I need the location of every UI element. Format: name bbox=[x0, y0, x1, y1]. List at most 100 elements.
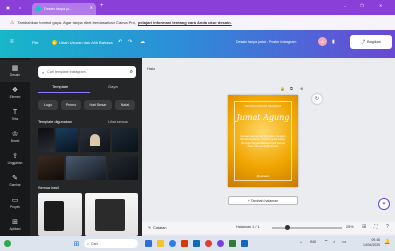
add-page-icon[interactable]: ⊕ bbox=[300, 86, 303, 91]
page-title[interactable]: Halo bbox=[147, 66, 155, 71]
wifi-icon[interactable]: ⌔ bbox=[324, 239, 328, 245]
undo-icon[interactable]: ↶ bbox=[118, 39, 122, 45]
notice-link[interactable]: pelajari informasi tentang cara Anda uku… bbox=[138, 20, 232, 25]
text-icon: T bbox=[12, 109, 18, 116]
file-explorer-icon[interactable] bbox=[157, 240, 164, 247]
tab-templates[interactable]: Template bbox=[52, 84, 68, 89]
task-view-icon[interactable] bbox=[145, 240, 152, 247]
rail-item-draw[interactable]: ✎ Gambar bbox=[0, 170, 30, 192]
template-thumbnail[interactable] bbox=[56, 128, 78, 152]
excel-icon[interactable] bbox=[229, 240, 236, 247]
rail-label: Unggahan bbox=[7, 161, 23, 165]
menu-icon[interactable]: ≡ bbox=[10, 39, 14, 45]
redo-icon[interactable]: ↷ bbox=[128, 39, 132, 45]
rail-label: Brand bbox=[10, 139, 20, 143]
template-thumbnail[interactable] bbox=[108, 156, 138, 180]
tray-chevron-icon[interactable]: ^ bbox=[300, 240, 302, 245]
card-top-line[interactable]: MENGUCAPKAN SELAMAT bbox=[228, 105, 298, 108]
minimize-button[interactable]: – bbox=[344, 3, 346, 8]
add-page-button[interactable]: + Tambah halaman bbox=[228, 196, 298, 205]
zoom-level[interactable]: 25% bbox=[346, 225, 354, 229]
rail-label: Elemen bbox=[9, 95, 21, 99]
magic-assist-icon[interactable]: ✦ bbox=[378, 198, 390, 210]
rail-item-text[interactable]: T Teks bbox=[0, 104, 30, 126]
new-tab-button[interactable]: + bbox=[100, 3, 104, 9]
tab-styles[interactable]: Gaya bbox=[108, 84, 118, 89]
rail-label: Gambar bbox=[9, 183, 21, 187]
chip-hari-besar[interactable]: Hari Besar bbox=[84, 100, 112, 110]
design-title[interactable]: Desain tanpa judul - Poster Instagram bbox=[236, 40, 296, 44]
help-icon[interactable]: ? bbox=[386, 224, 389, 230]
chip-natal[interactable]: Natal bbox=[115, 100, 135, 110]
language-indicator[interactable]: IND bbox=[310, 240, 316, 244]
rail-item-apps[interactable]: ⊞ Aplikasi bbox=[0, 214, 30, 236]
taskbar-search-input[interactable]: ⌕ Cari bbox=[84, 239, 138, 248]
chip-promo[interactable]: Promo bbox=[61, 100, 81, 110]
clock-date[interactable]: 14/04/2025 bbox=[352, 243, 380, 247]
taskbar-search-label: Cari bbox=[91, 241, 98, 246]
word-icon[interactable] bbox=[241, 240, 248, 247]
rail-item-uploads[interactable]: ⇪ Unggahan bbox=[0, 148, 30, 170]
browser-menu-icon[interactable]: ▣ bbox=[4, 3, 12, 12]
rail-item-design[interactable]: ▦ Desain bbox=[0, 60, 30, 82]
template-thumbnail[interactable] bbox=[85, 193, 138, 236]
volume-icon[interactable]: ♪ bbox=[333, 239, 335, 244]
filter-icon[interactable]: ⚙ bbox=[129, 69, 133, 74]
section-used-templates: Template digunakan bbox=[38, 120, 72, 124]
maximize-button[interactable]: ❐ bbox=[360, 3, 364, 8]
edge-icon[interactable] bbox=[169, 240, 176, 247]
office-icon[interactable] bbox=[181, 240, 188, 247]
battery-icon[interactable]: ▭ bbox=[342, 239, 346, 245]
canva-app-icon[interactable] bbox=[217, 240, 224, 247]
rail-item-brand[interactable]: ♔ Brand bbox=[0, 126, 30, 148]
share-button[interactable]: ⤴ Bagikan bbox=[350, 35, 392, 49]
template-thumbnail[interactable] bbox=[112, 128, 138, 152]
folder-icon: ▭ bbox=[11, 197, 19, 204]
template-thumbnail[interactable] bbox=[38, 128, 54, 152]
file-menu[interactable]: File bbox=[32, 40, 38, 45]
store-icon[interactable] bbox=[193, 240, 200, 247]
resize-label: Ubah Ukuran dan Alih Bahasa bbox=[59, 40, 113, 45]
crown-icon: ♛ bbox=[52, 40, 57, 45]
start-icon[interactable]: ⊞ bbox=[72, 239, 81, 248]
brand-icon: ♔ bbox=[11, 131, 19, 138]
search-icon: ⌕ bbox=[87, 241, 90, 246]
shapes-icon: ❖ bbox=[11, 87, 19, 94]
rail-item-projects[interactable]: ▭ Proyek bbox=[0, 192, 30, 214]
design-page[interactable]: MENGUCAPKAN SELAMAT Jumat Agung Dengan s… bbox=[228, 95, 298, 187]
resize-button[interactable]: ♛ Ubah Ukuran dan Alih Bahasa bbox=[52, 40, 113, 45]
home-icon[interactable]: ⌂ bbox=[16, 3, 24, 12]
lock-icon[interactable]: 🔒 bbox=[280, 86, 285, 91]
search-placeholder: Cari template Instagram bbox=[47, 70, 86, 74]
clock-time[interactable]: 09.46 bbox=[352, 238, 381, 242]
grid-view-icon[interactable]: ⊞ bbox=[362, 224, 366, 230]
close-window-button[interactable]: ✕ bbox=[379, 3, 382, 8]
analytics-icon[interactable]: ▮ bbox=[332, 39, 335, 45]
browser-tab-bar: ▣ ⌂ Desain tanpa ju... ✕ + – ❐ ✕ bbox=[0, 0, 395, 15]
card-footer[interactable]: @namamu bbox=[228, 175, 298, 178]
template-thumbnail[interactable] bbox=[66, 156, 106, 180]
chrome-icon[interactable] bbox=[205, 240, 212, 247]
duplicate-icon[interactable]: ⧉ bbox=[290, 86, 293, 91]
zoom-slider[interactable] bbox=[272, 227, 342, 229]
tab-active[interactable]: Desain tanpa ju... ✕ bbox=[32, 3, 96, 15]
see-all-link[interactable]: Lihat semua bbox=[108, 120, 128, 124]
template-search-input[interactable]: ⌕ Cari template Instagram ⚙ bbox=[38, 66, 136, 78]
card-body[interactable]: Dengan semua hati bersyukur, Dengan Penu… bbox=[238, 135, 288, 149]
zoom-slider-handle[interactable] bbox=[285, 225, 290, 230]
avatar[interactable]: A bbox=[318, 37, 327, 46]
page-indicator[interactable]: Halaman 1 / 1 bbox=[236, 225, 260, 229]
template-thumbnail[interactable] bbox=[38, 156, 64, 180]
notes-button[interactable]: ✎ Catatan bbox=[148, 225, 167, 231]
fullscreen-icon[interactable]: ⛶ bbox=[374, 224, 378, 230]
windows-taskbar: ⊞ ⌕ Cari ^ IND ⌔ ♪ ▭ 09.46 14/04/2025 🔔 bbox=[0, 236, 395, 251]
notification-icon[interactable]: 🔔 bbox=[384, 239, 390, 245]
weather-icon[interactable] bbox=[4, 240, 11, 247]
template-thumbnail[interactable] bbox=[80, 128, 110, 152]
card-heading[interactable]: Jumat Agung bbox=[228, 113, 298, 122]
chip-logo[interactable]: Logo bbox=[38, 100, 58, 110]
tab-close-icon[interactable]: ✕ bbox=[90, 5, 93, 10]
template-thumbnail[interactable] bbox=[38, 193, 82, 236]
refresh-icon[interactable]: ↻ bbox=[312, 94, 322, 104]
rail-item-elements[interactable]: ❖ Elemen bbox=[0, 82, 30, 104]
